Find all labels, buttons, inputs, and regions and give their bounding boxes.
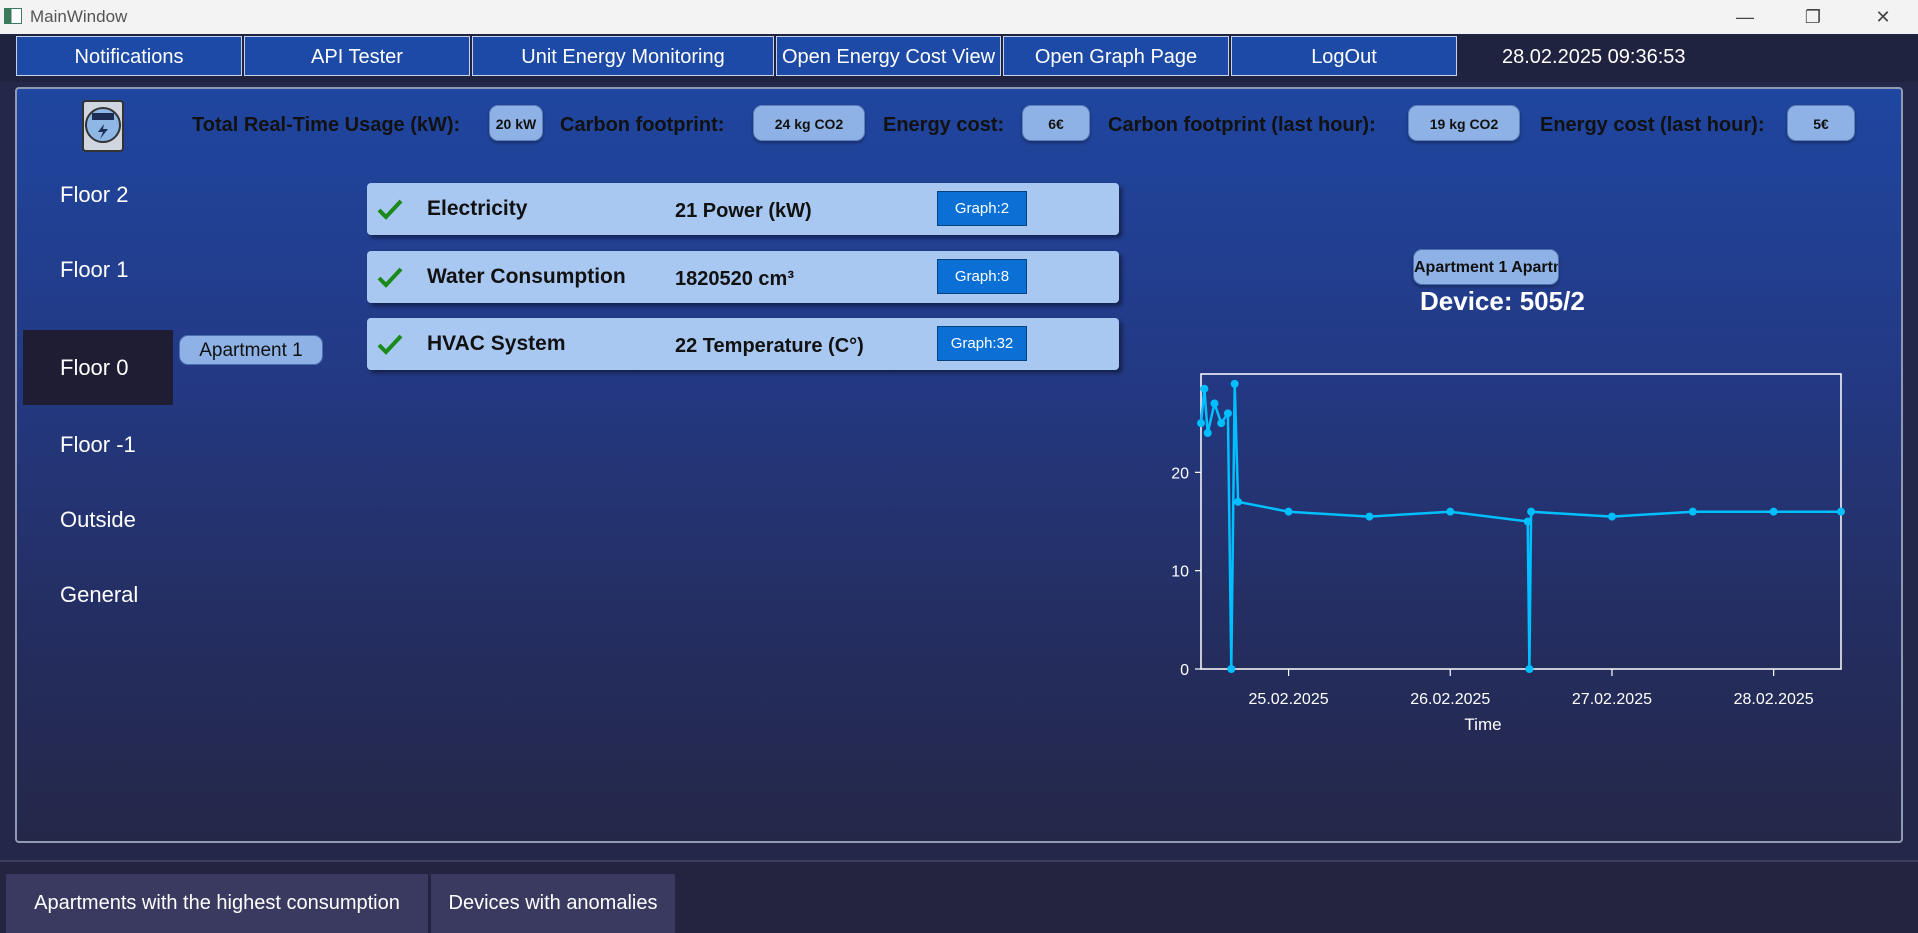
- series-point: [1227, 665, 1236, 673]
- cost-label: Energy cost:: [883, 114, 1005, 136]
- device-row-hvac: HVAC System 22 Temperature (C°) Graph:32: [367, 318, 1119, 370]
- floor-item-general[interactable]: General: [23, 557, 173, 632]
- series-point: [1446, 507, 1455, 516]
- notifications-button[interactable]: Notifications: [16, 36, 242, 76]
- usage-value: 20 kW: [489, 105, 543, 141]
- main-panel: Total Real-Time Usage (kW): 20 kW Carbon…: [15, 87, 1903, 843]
- x-tick-label: 26.02.2025: [1410, 691, 1490, 708]
- device-row-electricity: Electricity 21 Power (kW) Graph:2: [367, 183, 1119, 235]
- tab-highest-consumption[interactable]: Apartments with the highest consumption: [6, 874, 428, 933]
- check-icon: [377, 199, 403, 220]
- series-point: [1203, 429, 1212, 437]
- title-bar: MainWindow — ❐ ✕: [0, 0, 1918, 34]
- x-tick-label: 28.02.2025: [1734, 691, 1814, 708]
- series-point: [1223, 409, 1232, 418]
- series-point: [1769, 507, 1778, 516]
- y-tick-label: 10: [1171, 564, 1189, 581]
- carbon-value: 24 kg CO2: [753, 105, 865, 141]
- graph-button[interactable]: Graph:8: [937, 259, 1027, 294]
- series-point: [1525, 665, 1534, 673]
- series-point: [1210, 399, 1219, 408]
- chart-apartment-chip[interactable]: Apartment 1 Apartment 1: [1413, 249, 1559, 285]
- floor-item-minus-1[interactable]: Floor -1: [23, 407, 173, 482]
- window-title: MainWindow: [30, 7, 128, 26]
- series-point: [1230, 379, 1239, 388]
- unit-energy-monitoring-button[interactable]: Unit Energy Monitoring: [472, 36, 774, 76]
- device-chart: 0 10 20 25.02.2025 26.02.2025 27.02.2025 28.02…: [1171, 373, 1845, 734]
- energy-meter-icon: [82, 100, 124, 152]
- check-icon: [377, 267, 403, 288]
- chart-title: Device: 505/2: [1420, 286, 1585, 316]
- logout-button[interactable]: LogOut: [1231, 36, 1457, 76]
- series-point: [1284, 507, 1293, 516]
- tab-devices-anomalies[interactable]: Devices with anomalies: [431, 874, 675, 933]
- series-point: [1200, 384, 1209, 393]
- close-icon[interactable]: ✕: [1858, 4, 1908, 30]
- series-point: [1688, 507, 1697, 516]
- graph-button[interactable]: Graph:2: [937, 191, 1027, 226]
- series-point: [1365, 512, 1374, 521]
- floor-item-1[interactable]: Floor 1: [23, 232, 173, 307]
- graph-button[interactable]: Graph:32: [937, 326, 1027, 361]
- device-name: Electricity: [427, 197, 528, 220]
- floor-item-0[interactable]: Floor 0: [23, 330, 173, 405]
- open-graph-page-button[interactable]: Open Graph Page: [1003, 36, 1229, 76]
- usage-label: Total Real-Time Usage (kW):: [192, 114, 461, 136]
- series-point: [1523, 517, 1532, 526]
- series-point: [1234, 497, 1243, 506]
- series-point: [1217, 419, 1226, 428]
- minimize-icon[interactable]: —: [1720, 4, 1770, 30]
- open-energy-cost-view-button[interactable]: Open Energy Cost View: [776, 36, 1001, 76]
- x-axis-label: Time: [1464, 715, 1501, 734]
- apartment-chip[interactable]: Apartment 1: [179, 335, 323, 365]
- datetime-display: 28.02.2025 09:36:53: [1502, 46, 1686, 68]
- cost-value: 6€: [1022, 105, 1090, 141]
- series-point: [1837, 507, 1845, 516]
- series-point: [1197, 419, 1205, 428]
- device-row-water: Water Consumption 1820520 cm³ Graph:8: [367, 251, 1119, 303]
- restore-icon[interactable]: ❐: [1788, 4, 1838, 30]
- api-tester-button[interactable]: API Tester: [244, 36, 470, 76]
- app-icon: [4, 8, 22, 24]
- x-tick-label: 25.02.2025: [1249, 691, 1329, 708]
- series-point: [1607, 512, 1616, 521]
- series-line: [1199, 383, 1841, 670]
- check-icon: [377, 334, 403, 355]
- floor-item-2[interactable]: Floor 2: [23, 157, 173, 232]
- device-value: 22 Temperature (C°): [675, 335, 864, 357]
- carbon-hour-label: Carbon footprint (last hour):: [1108, 114, 1376, 136]
- x-tick-label: 27.02.2025: [1572, 691, 1652, 708]
- divider: [0, 860, 1918, 862]
- device-value: 21 Power (kW): [675, 200, 812, 222]
- bottom-bar: Apartments with the highest consumption …: [0, 860, 1918, 933]
- device-name: Water Consumption: [427, 265, 626, 288]
- top-nav: Notifications API Tester Unit Energy Mon…: [0, 34, 1918, 82]
- device-value: 1820520 cm³: [675, 268, 794, 290]
- cost-hour-label: Energy cost (last hour):: [1540, 114, 1765, 136]
- device-name: HVAC System: [427, 332, 566, 355]
- series-point: [1527, 507, 1536, 516]
- carbon-hour-value: 19 kg CO2: [1408, 105, 1520, 141]
- cost-hour-value: 5€: [1787, 105, 1855, 141]
- y-tick-label: 20: [1171, 465, 1189, 482]
- carbon-label: Carbon footprint:: [560, 114, 725, 136]
- y-tick-label: 0: [1180, 662, 1189, 679]
- floor-item-outside[interactable]: Outside: [23, 482, 173, 557]
